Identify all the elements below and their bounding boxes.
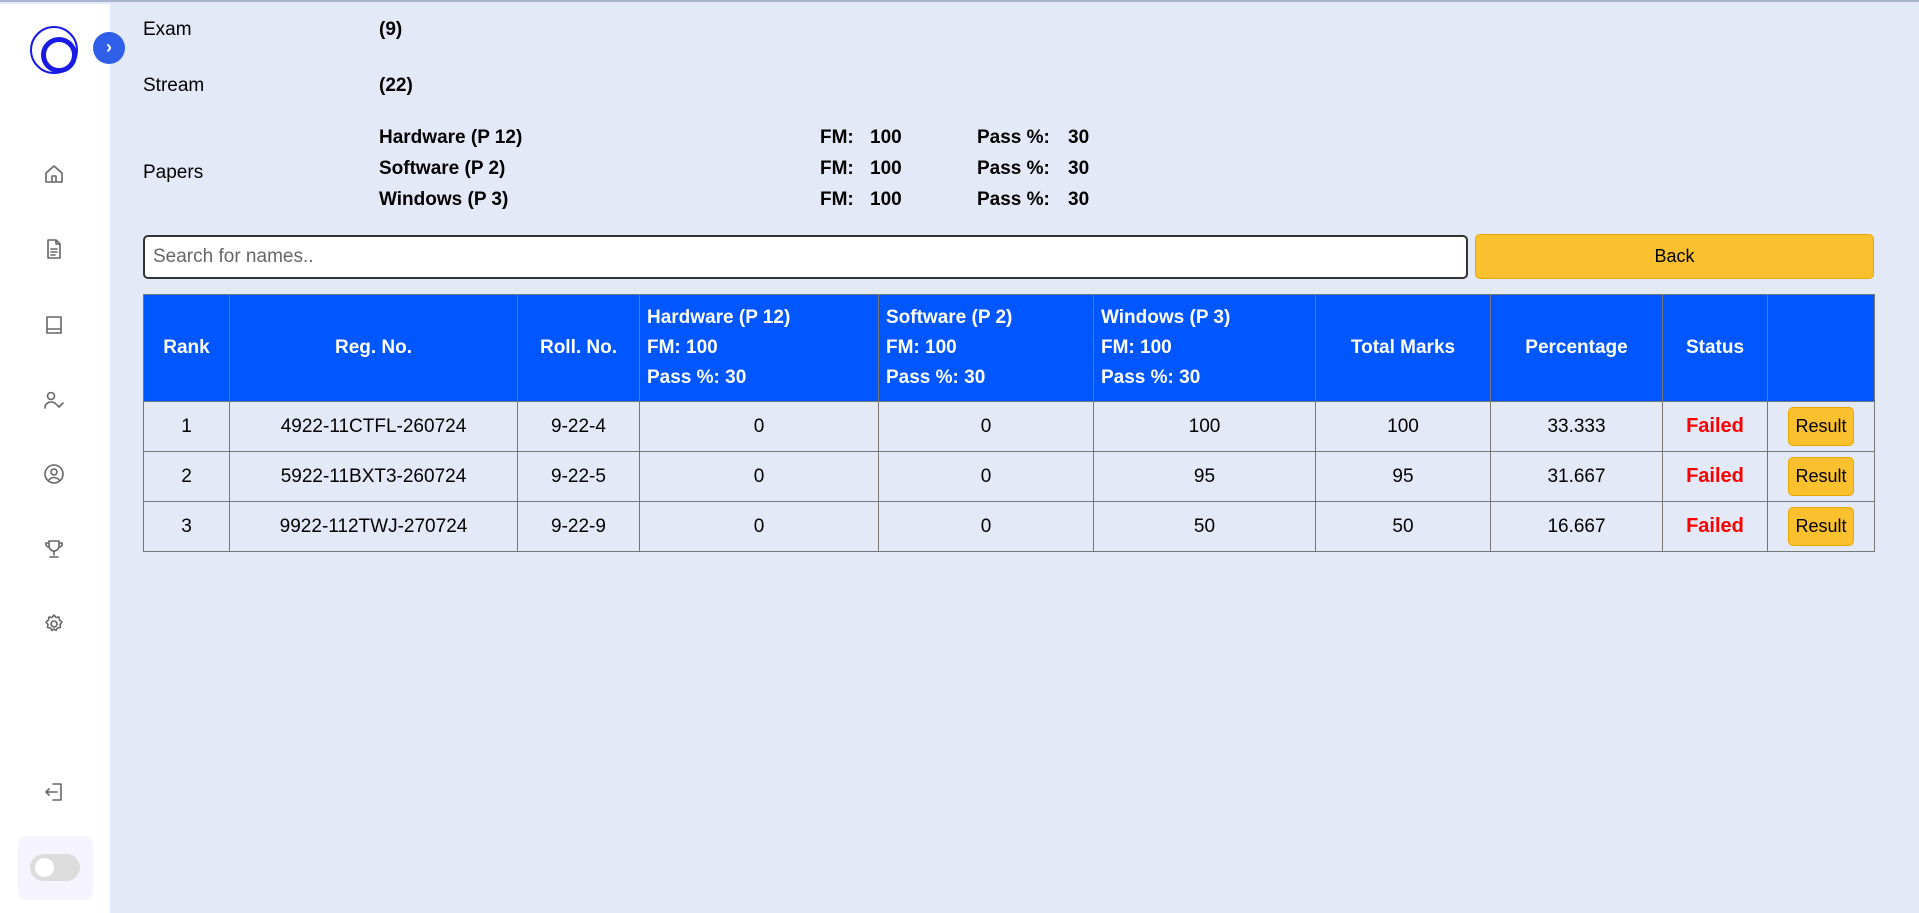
table-header-row: Rank Reg. No. Roll. No. Hardware (P 12) F…	[143, 294, 1875, 402]
home-icon[interactable]	[42, 162, 66, 186]
paper-name: Hardware (P 12)	[379, 127, 523, 148]
cell-total: 95	[1315, 451, 1491, 502]
trophy-icon[interactable]	[42, 537, 66, 561]
logo	[30, 26, 78, 74]
header-paper-software: Software (P 2) FM: 100 Pass %: 30	[878, 294, 1094, 402]
cell-total: 50	[1315, 501, 1491, 552]
gear-icon[interactable]	[42, 612, 66, 636]
paper-fm-value: 100	[870, 127, 902, 148]
paper-pass-label: Pass %:	[977, 158, 1050, 179]
cell-action: Result	[1767, 451, 1875, 502]
cell-p2: 0	[878, 401, 1094, 452]
results-table: Rank Reg. No. Roll. No. Hardware (P 12) F…	[143, 294, 1875, 552]
paper-pass-label: Pass %:	[977, 127, 1050, 148]
header-percentage: Percentage	[1490, 294, 1663, 402]
back-button[interactable]: Back	[1475, 234, 1874, 279]
user-circle-icon[interactable]	[42, 462, 66, 486]
logout-icon[interactable]	[42, 780, 66, 804]
user-check-icon[interactable]	[42, 388, 66, 412]
cell-percentage: 16.667	[1490, 501, 1663, 552]
paper-fm-label: FM:	[820, 189, 854, 210]
expand-sidebar-button[interactable]: ›	[93, 32, 125, 64]
table-row: 2 5922-11BXT3-260724 9-22-5 0 0 95 95 31.667 Fai…	[143, 451, 1875, 502]
exam-label: Exam	[143, 19, 192, 40]
stream-label: Stream	[143, 75, 205, 96]
paper-pass-value: 30	[1068, 127, 1090, 148]
paper-pass-value: 30	[1068, 189, 1090, 210]
paper-fm-label: FM:	[820, 158, 854, 179]
paper-fm-value: 100	[870, 189, 902, 210]
table-row: 3 9922-112TWJ-270724 9-22-9 0 0 50 50 16.667 Fai…	[143, 501, 1875, 552]
cell-p1: 0	[639, 401, 879, 452]
paper-fm-label: FM:	[820, 127, 854, 148]
cell-reg: 4922-11CTFL-260724	[229, 401, 518, 452]
header-reg-no: Reg. No.	[229, 294, 518, 402]
cell-roll: 9-22-9	[517, 501, 640, 552]
cell-p2: 0	[878, 451, 1094, 502]
paper-pass-value: 30	[1068, 158, 1090, 179]
theme-toggle[interactable]	[30, 854, 80, 881]
status-badge: Failed	[1662, 501, 1768, 552]
header-total-marks: Total Marks	[1315, 294, 1491, 402]
paper-name: Windows (P 3)	[379, 189, 509, 210]
header-status: Status	[1662, 294, 1768, 402]
header-rank: Rank	[143, 294, 230, 402]
header-paper-hardware: Hardware (P 12) FM: 100 Pass %: 30	[639, 294, 879, 402]
cell-action: Result	[1767, 401, 1875, 452]
cell-reg: 9922-112TWJ-270724	[229, 501, 518, 552]
cell-rank: 1	[143, 401, 230, 452]
search-input[interactable]	[143, 235, 1468, 279]
paper-pass-label: Pass %:	[977, 189, 1050, 210]
cell-percentage: 31.667	[1490, 451, 1663, 502]
cell-p3: 100	[1093, 401, 1316, 452]
cell-percentage: 33.333	[1490, 401, 1663, 452]
document-icon[interactable]	[42, 237, 66, 261]
result-button[interactable]: Result	[1788, 507, 1854, 546]
cell-p3: 95	[1093, 451, 1316, 502]
cell-p3: 50	[1093, 501, 1316, 552]
header-action	[1767, 294, 1875, 402]
book-icon[interactable]	[42, 313, 66, 337]
sidebar: ›	[0, 4, 125, 913]
cell-rank: 2	[143, 451, 230, 502]
cell-p2: 0	[878, 501, 1094, 552]
cell-rank: 3	[143, 501, 230, 552]
cell-p1: 0	[639, 501, 879, 552]
cell-roll: 9-22-5	[517, 451, 640, 502]
papers-label: Papers	[143, 162, 204, 183]
status-badge: Failed	[1662, 401, 1768, 452]
table-row: 1 4922-11CTFL-260724 9-22-4 0 0 100 100 33.333 F…	[143, 401, 1875, 452]
status-badge: Failed	[1662, 451, 1768, 502]
cell-action: Result	[1767, 501, 1875, 552]
theme-toggle-container	[18, 836, 93, 900]
header-paper-windows: Windows (P 3) FM: 100 Pass %: 30	[1093, 294, 1316, 402]
cell-reg: 5922-11BXT3-260724	[229, 451, 518, 502]
result-button[interactable]: Result	[1788, 407, 1854, 446]
cell-total: 100	[1315, 401, 1491, 452]
paper-name: Software (P 2)	[379, 158, 506, 179]
cell-roll: 9-22-4	[517, 401, 640, 452]
result-button[interactable]: Result	[1788, 457, 1854, 496]
paper-fm-value: 100	[870, 158, 902, 179]
exam-value: (9)	[379, 19, 403, 40]
stream-value: (22)	[379, 75, 413, 96]
cell-p1: 0	[639, 451, 879, 502]
header-roll-no: Roll. No.	[517, 294, 640, 402]
